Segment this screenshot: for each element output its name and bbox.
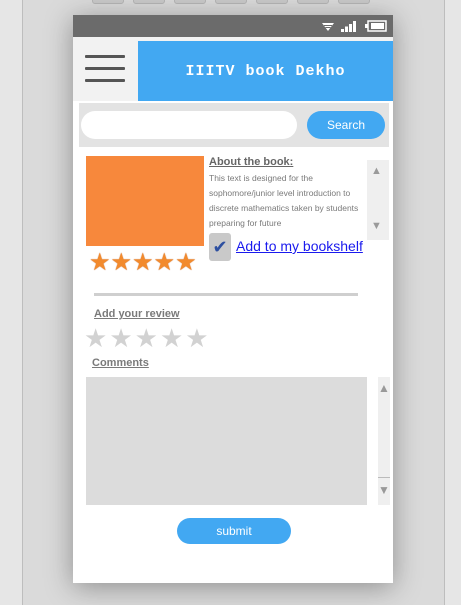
book-rating: ★ ★ ★ ★ ★ — [89, 251, 197, 275]
toolbar-tab — [256, 0, 288, 4]
section-divider — [94, 293, 358, 296]
checkmark-icon: ✔ — [212, 236, 228, 257]
phone-screen: IIITV book Dekho Search ★ ★ ★ ★ ★ About … — [73, 15, 393, 583]
star-empty-icon[interactable]: ★ — [185, 325, 208, 351]
star-filled-icon: ★ — [110, 249, 133, 276]
comments-label: Comments — [92, 357, 149, 369]
scroll-up-icon[interactable]: ▲ — [371, 165, 382, 177]
scroll-down-icon[interactable]: ▼ — [371, 220, 382, 232]
title-banner: IIITV book Dekho — [138, 41, 393, 101]
book-cover — [86, 156, 204, 246]
star-empty-icon[interactable]: ★ — [135, 325, 158, 351]
toolbar-tab — [92, 0, 124, 4]
comments-scrollbar[interactable]: ▲ ▼ — [378, 377, 390, 505]
star-filled-icon: ★ — [89, 249, 111, 276]
add-to-bookshelf-link[interactable]: Add to my bookshelf — [236, 238, 363, 254]
toolbar-tab — [174, 0, 206, 4]
star-filled-icon: ★ — [132, 249, 154, 276]
hamburger-menu-icon[interactable] — [85, 55, 125, 87]
comments-textarea[interactable] — [86, 377, 367, 505]
bookshelf-checkbox[interactable]: ✔ — [209, 233, 231, 261]
about-scrollbar[interactable]: ▲ ▼ — [367, 160, 389, 240]
search-bar: Search — [79, 103, 389, 147]
signal-icon — [341, 21, 356, 32]
review-label: Add your review — [94, 308, 180, 320]
wifi-icon — [322, 23, 334, 31]
toolbar-tab — [215, 0, 247, 4]
search-input[interactable] — [81, 111, 297, 139]
about-title: About the book: — [209, 156, 294, 168]
app-header: IIITV book Dekho — [73, 37, 393, 101]
toolbar-tab — [338, 0, 370, 4]
star-empty-icon[interactable]: ★ — [160, 325, 183, 351]
star-filled-icon: ★ — [153, 249, 176, 276]
toolbar-tab — [133, 0, 165, 4]
toolbar-tab — [297, 0, 329, 4]
status-bar — [73, 15, 393, 37]
about-text: This text is designed for the sophomore/… — [209, 173, 359, 228]
scroll-down-icon[interactable]: ▼ — [378, 483, 390, 497]
app-title: IIITV book Dekho — [185, 62, 346, 80]
scroll-up-icon[interactable]: ▲ — [378, 381, 390, 395]
about-section: About the book: This text is designed fo… — [209, 156, 363, 240]
star-empty-icon[interactable]: ★ — [109, 325, 132, 351]
battery-icon — [365, 20, 387, 32]
search-button[interactable]: Search — [307, 111, 385, 139]
star-empty-icon[interactable]: ★ — [84, 325, 107, 351]
star-filled-icon: ★ — [175, 249, 197, 276]
submit-button[interactable]: submit — [177, 518, 291, 544]
review-stars: ★ ★ ★ ★ ★ — [84, 325, 209, 351]
